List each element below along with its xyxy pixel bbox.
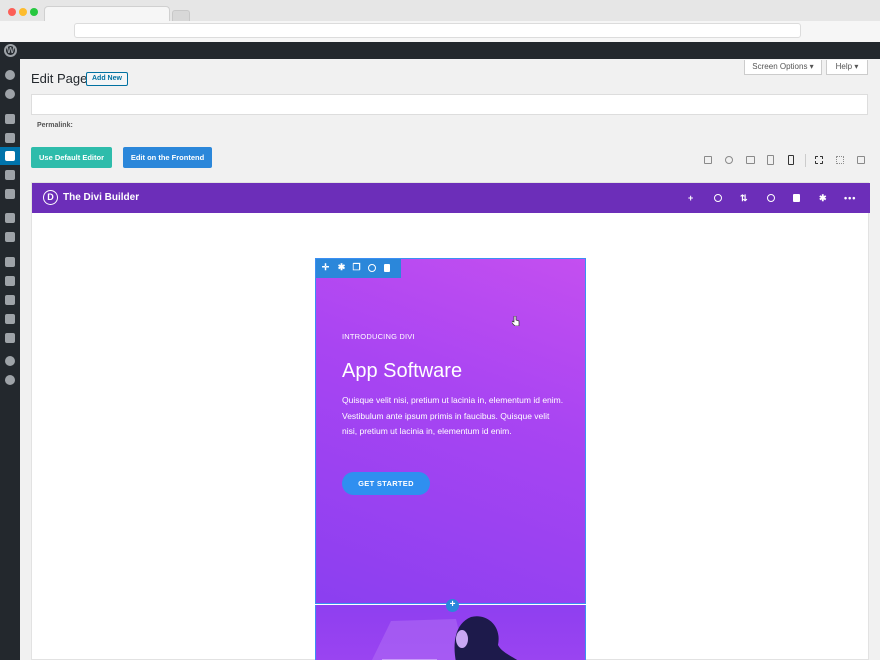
- section-trash-icon[interactable]: [384, 264, 390, 272]
- use-default-editor-button[interactable]: Use Default Editor: [31, 147, 112, 168]
- page-title: Edit Page: [31, 71, 88, 86]
- select-icon[interactable]: [815, 156, 823, 164]
- plus-icon[interactable]: +: [688, 193, 693, 203]
- trash-icon[interactable]: [793, 194, 800, 202]
- browser-chrome: [0, 0, 880, 42]
- get-started-button[interactable]: GET STARTED: [342, 472, 430, 495]
- admin-bar: W: [0, 42, 880, 59]
- edit-frontend-button[interactable]: Edit on the Frontend: [123, 147, 212, 168]
- woocommerce-icon[interactable]: [5, 213, 15, 223]
- duplicate-icon[interactable]: ❐: [352, 263, 361, 272]
- products-icon[interactable]: [5, 232, 15, 242]
- permalink-label: Permalink:: [37, 122, 73, 129]
- divi-icon[interactable]: [5, 356, 15, 366]
- section-power-icon[interactable]: [368, 264, 376, 272]
- power-icon[interactable]: [714, 194, 722, 202]
- hero-intro-text: INTRODUCING DIVI: [342, 332, 415, 341]
- gear-icon[interactable]: ✱: [819, 193, 827, 203]
- appearance-icon[interactable]: [5, 257, 15, 267]
- section-toolbar: ✛ ✱ ❐: [316, 259, 401, 278]
- illustration-image: [371, 616, 518, 660]
- wordpress-logo-icon[interactable]: W: [4, 44, 17, 57]
- history-icon[interactable]: [767, 194, 775, 202]
- plugins-icon[interactable]: [5, 276, 15, 286]
- posts-pin-icon[interactable]: [5, 114, 15, 124]
- zoom-icon[interactable]: [725, 156, 733, 164]
- settings-icon[interactable]: [5, 333, 15, 343]
- collapse-menu-icon[interactable]: [5, 375, 15, 385]
- media-icon[interactable]: [5, 133, 15, 143]
- divi-builder-title: The Divi Builder: [63, 192, 140, 203]
- wireframe-icon[interactable]: [704, 156, 712, 164]
- pointer-cursor-icon: [512, 316, 520, 326]
- click-mode-icon[interactable]: [836, 156, 844, 164]
- screen-options-button[interactable]: Screen Options ▾: [744, 60, 822, 75]
- tools-icon[interactable]: [5, 314, 15, 324]
- users-icon[interactable]: [5, 295, 15, 305]
- pages-icon[interactable]: [5, 151, 15, 161]
- hero-section[interactable]: ✛ ✱ ❐ INTRODUCING DIVI App Software Quis…: [315, 258, 586, 604]
- divi-logo-icon: D: [43, 190, 58, 205]
- title-input[interactable]: [31, 94, 868, 115]
- dashboard-icon[interactable]: [5, 70, 15, 80]
- address-bar[interactable]: [74, 23, 801, 38]
- section-settings-icon[interactable]: ✱: [337, 263, 346, 272]
- updates-icon[interactable]: [5, 89, 15, 99]
- close-window-button[interactable]: [8, 8, 16, 16]
- grid-icon[interactable]: [857, 156, 865, 164]
- toolbar-divider: [805, 154, 806, 167]
- illustration-section[interactable]: [315, 605, 586, 660]
- add-row-button[interactable]: +: [446, 599, 459, 612]
- minimize-window-button[interactable]: [19, 8, 27, 16]
- projects-pin-icon[interactable]: [5, 189, 15, 199]
- divi-builder-panel: D The Divi Builder + ⇅ ✱ ••• ✛ ✱ ❐ INTRO…: [31, 182, 870, 660]
- add-new-button[interactable]: Add New: [86, 72, 128, 86]
- desktop-icon[interactable]: [746, 156, 755, 164]
- hero-title: App Software: [342, 360, 463, 382]
- help-button[interactable]: Help ▾: [826, 60, 868, 75]
- move-icon[interactable]: ✛: [321, 263, 330, 272]
- browser-tab[interactable]: [44, 6, 170, 22]
- comments-icon[interactable]: [5, 170, 15, 180]
- tablet-icon[interactable]: [767, 155, 774, 165]
- main-content: Screen Options ▾ Help ▾ Edit Page Add Ne…: [20, 59, 880, 660]
- hero-body-text: Quisque velit nisi, pretium ut lacinia i…: [342, 395, 564, 436]
- more-icon[interactable]: •••: [844, 193, 856, 203]
- sort-icon[interactable]: ⇅: [740, 193, 748, 203]
- maximize-window-button[interactable]: [30, 8, 38, 16]
- phone-icon[interactable]: [788, 155, 794, 165]
- admin-sidebar: [0, 59, 20, 660]
- divi-builder-header: D The Divi Builder + ⇅ ✱ •••: [32, 183, 870, 213]
